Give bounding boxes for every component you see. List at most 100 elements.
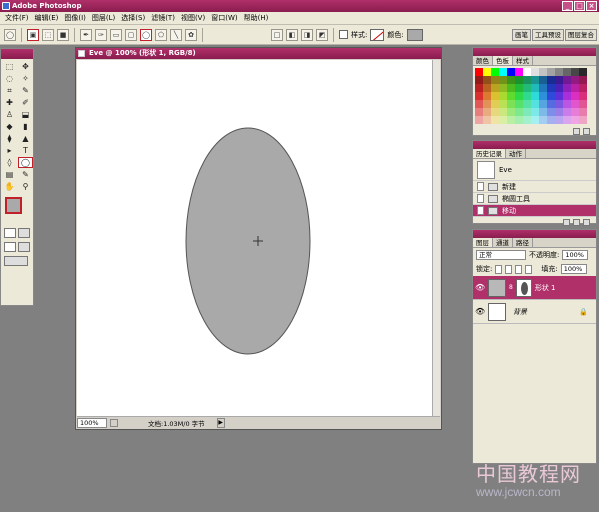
swatch[interactable] [579, 116, 587, 124]
swatch[interactable] [475, 116, 483, 124]
swatch[interactable] [539, 100, 547, 108]
swatch[interactable] [539, 76, 547, 84]
fullscreen-menu-button[interactable] [18, 242, 30, 252]
eye-icon[interactable]: 👁 [475, 307, 485, 317]
swatch[interactable] [523, 92, 531, 100]
swatch[interactable] [523, 116, 531, 124]
swatch[interactable] [491, 108, 499, 116]
swatch[interactable] [483, 68, 491, 76]
history-item-selected[interactable]: 移动 [473, 205, 596, 217]
swatch[interactable] [515, 108, 523, 116]
blend-mode-select[interactable]: 正常 [476, 250, 526, 260]
history-source-checkbox[interactable] [477, 182, 484, 191]
quickmask-mode-button[interactable] [18, 228, 30, 238]
standard-screen-button[interactable] [4, 242, 16, 252]
swatch[interactable] [475, 108, 483, 116]
jump-to-imageready-button[interactable] [4, 256, 28, 266]
swatch[interactable] [531, 92, 539, 100]
swatch[interactable] [563, 92, 571, 100]
swatch[interactable] [507, 84, 515, 92]
panel-header[interactable] [473, 230, 596, 238]
swatch[interactable] [483, 84, 491, 92]
foreground-color[interactable] [5, 197, 22, 214]
swatch[interactable] [531, 108, 539, 116]
history-item[interactable]: 椭圆工具 [473, 193, 596, 205]
history-source-checkbox[interactable] [477, 194, 484, 203]
swatch[interactable] [499, 92, 507, 100]
menu-window[interactable]: 窗口(W) [208, 13, 240, 23]
history-brush-icon[interactable]: ⬓ [18, 109, 33, 120]
toolbox-header[interactable] [1, 49, 33, 59]
new-swatch-icon[interactable] [573, 127, 580, 135]
swatch[interactable] [571, 100, 579, 108]
swatch[interactable] [507, 116, 515, 124]
swatch[interactable] [515, 116, 523, 124]
swatch[interactable] [475, 84, 483, 92]
swatch[interactable] [523, 76, 531, 84]
swatch[interactable] [547, 100, 555, 108]
swatch[interactable] [531, 100, 539, 108]
swatch[interactable] [571, 84, 579, 92]
menu-help[interactable]: 帮助(H) [241, 13, 272, 23]
swatch[interactable] [571, 108, 579, 116]
swatch[interactable] [515, 68, 523, 76]
slice-tool-icon[interactable]: ✎ [18, 85, 33, 96]
tab-layers[interactable]: 图层 [473, 238, 493, 247]
swatch[interactable] [491, 100, 499, 108]
eye-icon[interactable]: 👁 [475, 283, 485, 293]
tab-paths[interactable]: 路径 [513, 238, 533, 247]
tab-color[interactable]: 颜色 [473, 56, 493, 65]
gradient-tool-icon[interactable]: ▮ [18, 121, 33, 132]
tab-swatches[interactable]: 色板 [493, 56, 513, 65]
delete-swatch-icon[interactable] [583, 127, 590, 135]
magic-wand-icon[interactable]: ✧ [18, 73, 33, 84]
add-shape-icon[interactable]: □ [271, 28, 283, 41]
swatch[interactable] [499, 76, 507, 84]
swatch[interactable] [523, 100, 531, 108]
swatch[interactable] [539, 84, 547, 92]
swatch[interactable] [531, 76, 539, 84]
swatch[interactable] [491, 84, 499, 92]
swatch[interactable] [555, 84, 563, 92]
menu-image[interactable]: 图像(I) [61, 13, 89, 23]
custom-shape-icon[interactable]: ✿ [185, 28, 197, 41]
document-titlebar[interactable]: Eve @ 100% (形状 1, RGB/8) [76, 48, 441, 59]
eraser-tool-icon[interactable]: ◆ [2, 121, 17, 132]
menu-layer[interactable]: 图层(L) [89, 13, 118, 23]
stamp-tool-icon[interactable]: ♙ [2, 109, 17, 120]
swatch[interactable] [571, 76, 579, 84]
swatch[interactable] [499, 68, 507, 76]
ellipse-tool-icon[interactable]: ◯ [140, 28, 152, 41]
swatch[interactable] [579, 76, 587, 84]
delete-state-icon[interactable] [583, 218, 590, 226]
lasso-tool-icon[interactable]: ◌ [2, 73, 17, 84]
swatch[interactable] [483, 116, 491, 124]
menu-file[interactable]: 文件(F) [2, 13, 32, 23]
ellipse-shape[interactable] [185, 127, 311, 355]
tab-tool-presets[interactable]: 工具预设 [532, 29, 564, 41]
swatch[interactable] [579, 100, 587, 108]
swatch[interactable] [555, 108, 563, 116]
blur-tool-icon[interactable]: ⧫ [2, 133, 17, 144]
swatch[interactable] [499, 84, 507, 92]
swatch[interactable] [571, 116, 579, 124]
marquee-tool-icon[interactable]: ⬚ [2, 61, 17, 72]
swatch[interactable] [563, 116, 571, 124]
swatch[interactable] [563, 100, 571, 108]
swatch[interactable] [507, 76, 515, 84]
move-tool-icon[interactable]: ✥ [18, 61, 33, 72]
swatch[interactable] [491, 76, 499, 84]
zoom-field[interactable]: 100% [77, 417, 107, 428]
zoom-tool-icon[interactable]: ⚲ [18, 181, 33, 192]
ellipse-preset-icon[interactable]: ◯ [4, 28, 16, 41]
swatch[interactable] [563, 84, 571, 92]
swatch[interactable] [483, 100, 491, 108]
swatch[interactable] [499, 116, 507, 124]
swatch[interactable] [539, 116, 547, 124]
swatch[interactable] [475, 68, 483, 76]
minimize-button[interactable]: _ [562, 1, 573, 11]
swatch[interactable] [507, 108, 515, 116]
swatch[interactable] [483, 108, 491, 116]
swatch[interactable] [547, 108, 555, 116]
standard-mode-button[interactable] [4, 228, 16, 238]
